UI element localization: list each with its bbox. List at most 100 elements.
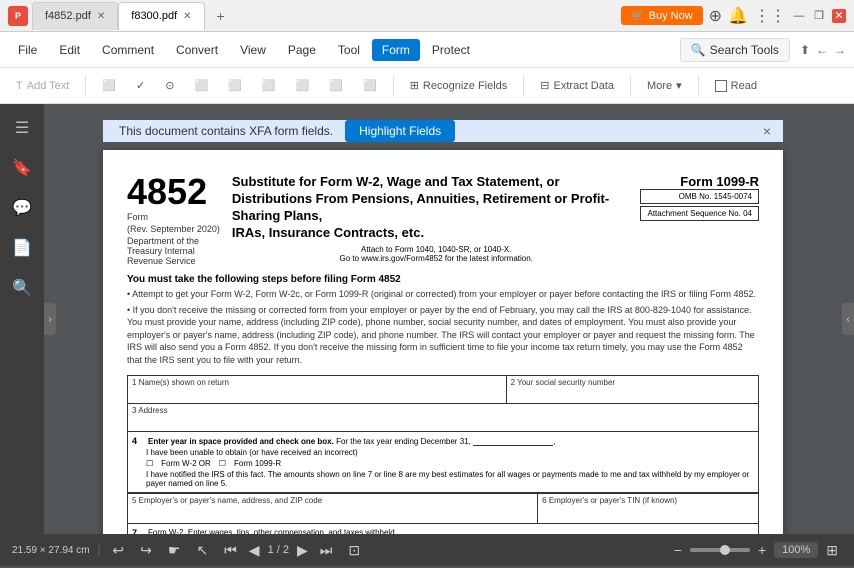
sidebar-icon-pages[interactable]: 📄 xyxy=(6,232,38,264)
checkbox-1099r-icon: ☐ xyxy=(219,459,226,468)
menu-tool[interactable]: Tool xyxy=(328,39,370,61)
notification-text: This document contains XFA form fields. xyxy=(119,124,333,138)
notification-close-button[interactable]: × xyxy=(763,123,771,139)
pdf-viewer[interactable]: This document contains XFA form fields. … xyxy=(44,104,842,534)
field-5-label: 5 Employer's or payer's name, address, a… xyxy=(132,496,533,505)
form-instructions: You must take the following steps before… xyxy=(127,274,759,367)
minimize-button[interactable]: — xyxy=(792,9,806,23)
tab-f4852-close[interactable]: ✕ xyxy=(97,11,105,22)
recognize-fields-button[interactable]: ⊞ Recognize Fields xyxy=(402,76,516,95)
add-text-button[interactable]: T Add Text xyxy=(8,77,77,95)
share-button[interactable]: ⬆ xyxy=(800,43,810,57)
add-tab-button[interactable]: + xyxy=(209,4,233,28)
separator-1 xyxy=(85,76,86,96)
form-fields-table: 1 Name(s) shown on return 2 Your social … xyxy=(127,375,759,432)
close-button[interactable]: ✕ xyxy=(832,9,846,23)
buy-now-button[interactable]: 🛒 Buy Now xyxy=(621,6,703,25)
title-bar-right: 🛒 Buy Now ⊕ 🔔 ⋮⋮ — ❐ ✕ xyxy=(621,6,846,26)
zoom-in-button[interactable]: + xyxy=(754,540,770,560)
back-button[interactable]: ← xyxy=(816,43,828,57)
forward-button[interactable]: → xyxy=(834,43,846,57)
title-bar-left: P xyxy=(8,6,28,26)
search-tools-button[interactable]: 🔍 Search Tools xyxy=(680,38,790,62)
icon-toolbar-5[interactable]: ⬜ xyxy=(220,76,250,95)
redo-button[interactable]: ↪ xyxy=(136,540,156,561)
right-expand-handle[interactable]: ‹ xyxy=(842,303,854,335)
zoom-out-button[interactable]: − xyxy=(670,540,686,560)
left-expand-handle[interactable]: › xyxy=(44,303,56,335)
undo-button[interactable]: ↩ xyxy=(108,540,128,561)
menu-bar: File Edit Comment Convert View Page Tool… xyxy=(0,32,854,68)
chevron-down-icon: ▾ xyxy=(676,79,682,92)
table-row-5-6: 5 Employer's or payer's name, address, a… xyxy=(128,493,759,523)
bullet1: • Attempt to get your Form W-2, Form W-2… xyxy=(127,288,759,301)
icon-toolbar-9[interactable]: ⬜ xyxy=(355,76,385,95)
app-icon: P xyxy=(8,6,28,26)
form-label: Form xyxy=(127,212,220,222)
add-text-icon: T xyxy=(16,80,23,92)
icon-toolbar-7[interactable]: ⬜ xyxy=(288,76,318,95)
tab-f4852[interactable]: f4852.pdf ✕ xyxy=(32,2,118,30)
menu-view[interactable]: View xyxy=(230,39,276,61)
bottom-separator: | xyxy=(98,544,101,556)
form-attachment: Attachment Sequence No. 04 xyxy=(640,206,759,221)
menu-comment[interactable]: Comment xyxy=(92,39,164,61)
menu-form[interactable]: Form xyxy=(372,39,420,61)
field-1-cell: 1 Name(s) shown on return xyxy=(128,375,507,403)
zoom-level-display[interactable]: 100% xyxy=(774,542,818,558)
field-5-cell: 5 Employer's or payer's name, address, a… xyxy=(128,493,538,523)
form-title-line2: Distributions From Pensions, Annuities, … xyxy=(232,191,641,225)
extract-data-button[interactable]: ⊟ Extract Data xyxy=(532,76,622,95)
field-4-text: Enter year in space provided and check o… xyxy=(148,436,555,446)
icon-toolbar-8[interactable]: ⬜ xyxy=(321,76,351,95)
select-tool-button[interactable]: ↖ xyxy=(192,540,212,561)
icon-toolbar-3[interactable]: ⊙ xyxy=(157,76,182,95)
zoom-slider[interactable] xyxy=(690,548,750,552)
fit-page-button[interactable]: ⊡ xyxy=(344,540,364,561)
zoom-thumb xyxy=(720,545,730,555)
field-7-header: 7 Form W-2. Enter wages, tips, other com… xyxy=(132,528,754,534)
hand-tool-button[interactable]: ☛ xyxy=(164,540,185,561)
title-bar: P f4852.pdf ✕ f8300.pdf ✕ + 🛒 Buy Now ⊕ … xyxy=(0,0,854,32)
icon-toolbar-4[interactable]: ⬜ xyxy=(186,76,216,95)
current-page-display: 1 / 2 xyxy=(268,544,289,556)
more-button[interactable]: More ▾ xyxy=(639,76,690,95)
maximize-button[interactable]: ❐ xyxy=(812,9,826,23)
sidebar-icon-bookmark[interactable]: 🔖 xyxy=(6,152,38,184)
sidebar-icon-comment[interactable]: 💬 xyxy=(6,192,38,224)
field-1-label: 1 Name(s) shown on return xyxy=(132,378,502,387)
search-icon: 🔍 xyxy=(691,43,706,57)
form-number: 4852 xyxy=(127,174,220,210)
read-button[interactable]: Read xyxy=(707,77,765,95)
bottom-bar: 21.59 × 27.94 cm | ↩ ↪ ☛ ↖ ⏮ ◀ 1 / 2 ▶ ⏭… xyxy=(0,534,854,566)
form-title-line3: IRAs, Insurance Contracts, etc. xyxy=(232,225,641,242)
menu-convert[interactable]: Convert xyxy=(166,39,228,61)
field-4-block: 4 Enter year in space provided and check… xyxy=(127,432,759,493)
highlight-fields-button[interactable]: Highlight Fields xyxy=(345,120,455,142)
tab-f8300[interactable]: f8300.pdf ✕ xyxy=(118,2,204,30)
last-page-button[interactable]: ⏭ xyxy=(316,540,337,561)
icon-toolbar-6[interactable]: ⬜ xyxy=(254,76,284,95)
field-3-cell: 3 Address xyxy=(128,403,759,431)
icon-toolbar-1[interactable]: ⬜ xyxy=(94,76,124,95)
menu-page[interactable]: Page xyxy=(278,39,326,61)
first-page-button[interactable]: ⏮ xyxy=(220,540,241,561)
fit-width-button[interactable]: ⊞ xyxy=(822,540,842,561)
field-7-block: 7 Form W-2. Enter wages, tips, other com… xyxy=(127,524,759,534)
menu-protect[interactable]: Protect xyxy=(422,39,480,61)
tab-f8300-close[interactable]: ✕ xyxy=(183,11,191,22)
tab-bar: f4852.pdf ✕ f8300.pdf ✕ + xyxy=(32,2,621,30)
coordinates-display: 21.59 × 27.94 cm xyxy=(12,545,90,556)
field-6-cell: 6 Employer's or payer's TIN (if known) xyxy=(538,493,759,523)
form-url-text: Go to www.irs.gov/Form4852 for the lates… xyxy=(232,254,641,263)
menu-file[interactable]: File xyxy=(8,39,47,61)
separator-4 xyxy=(630,76,631,96)
left-sidebar: ☰ 🔖 💬 📄 🔍 xyxy=(0,104,44,534)
sidebar-icon-search[interactable]: 🔍 xyxy=(6,272,38,304)
menu-edit[interactable]: Edit xyxy=(49,39,90,61)
prev-page-button[interactable]: ◀ xyxy=(245,540,264,561)
next-page-button[interactable]: ▶ xyxy=(293,540,312,561)
sidebar-icon-menu[interactable]: ☰ xyxy=(6,112,38,144)
icon-toolbar-2[interactable]: ✓ xyxy=(128,76,153,95)
read-checkbox[interactable] xyxy=(715,80,727,92)
